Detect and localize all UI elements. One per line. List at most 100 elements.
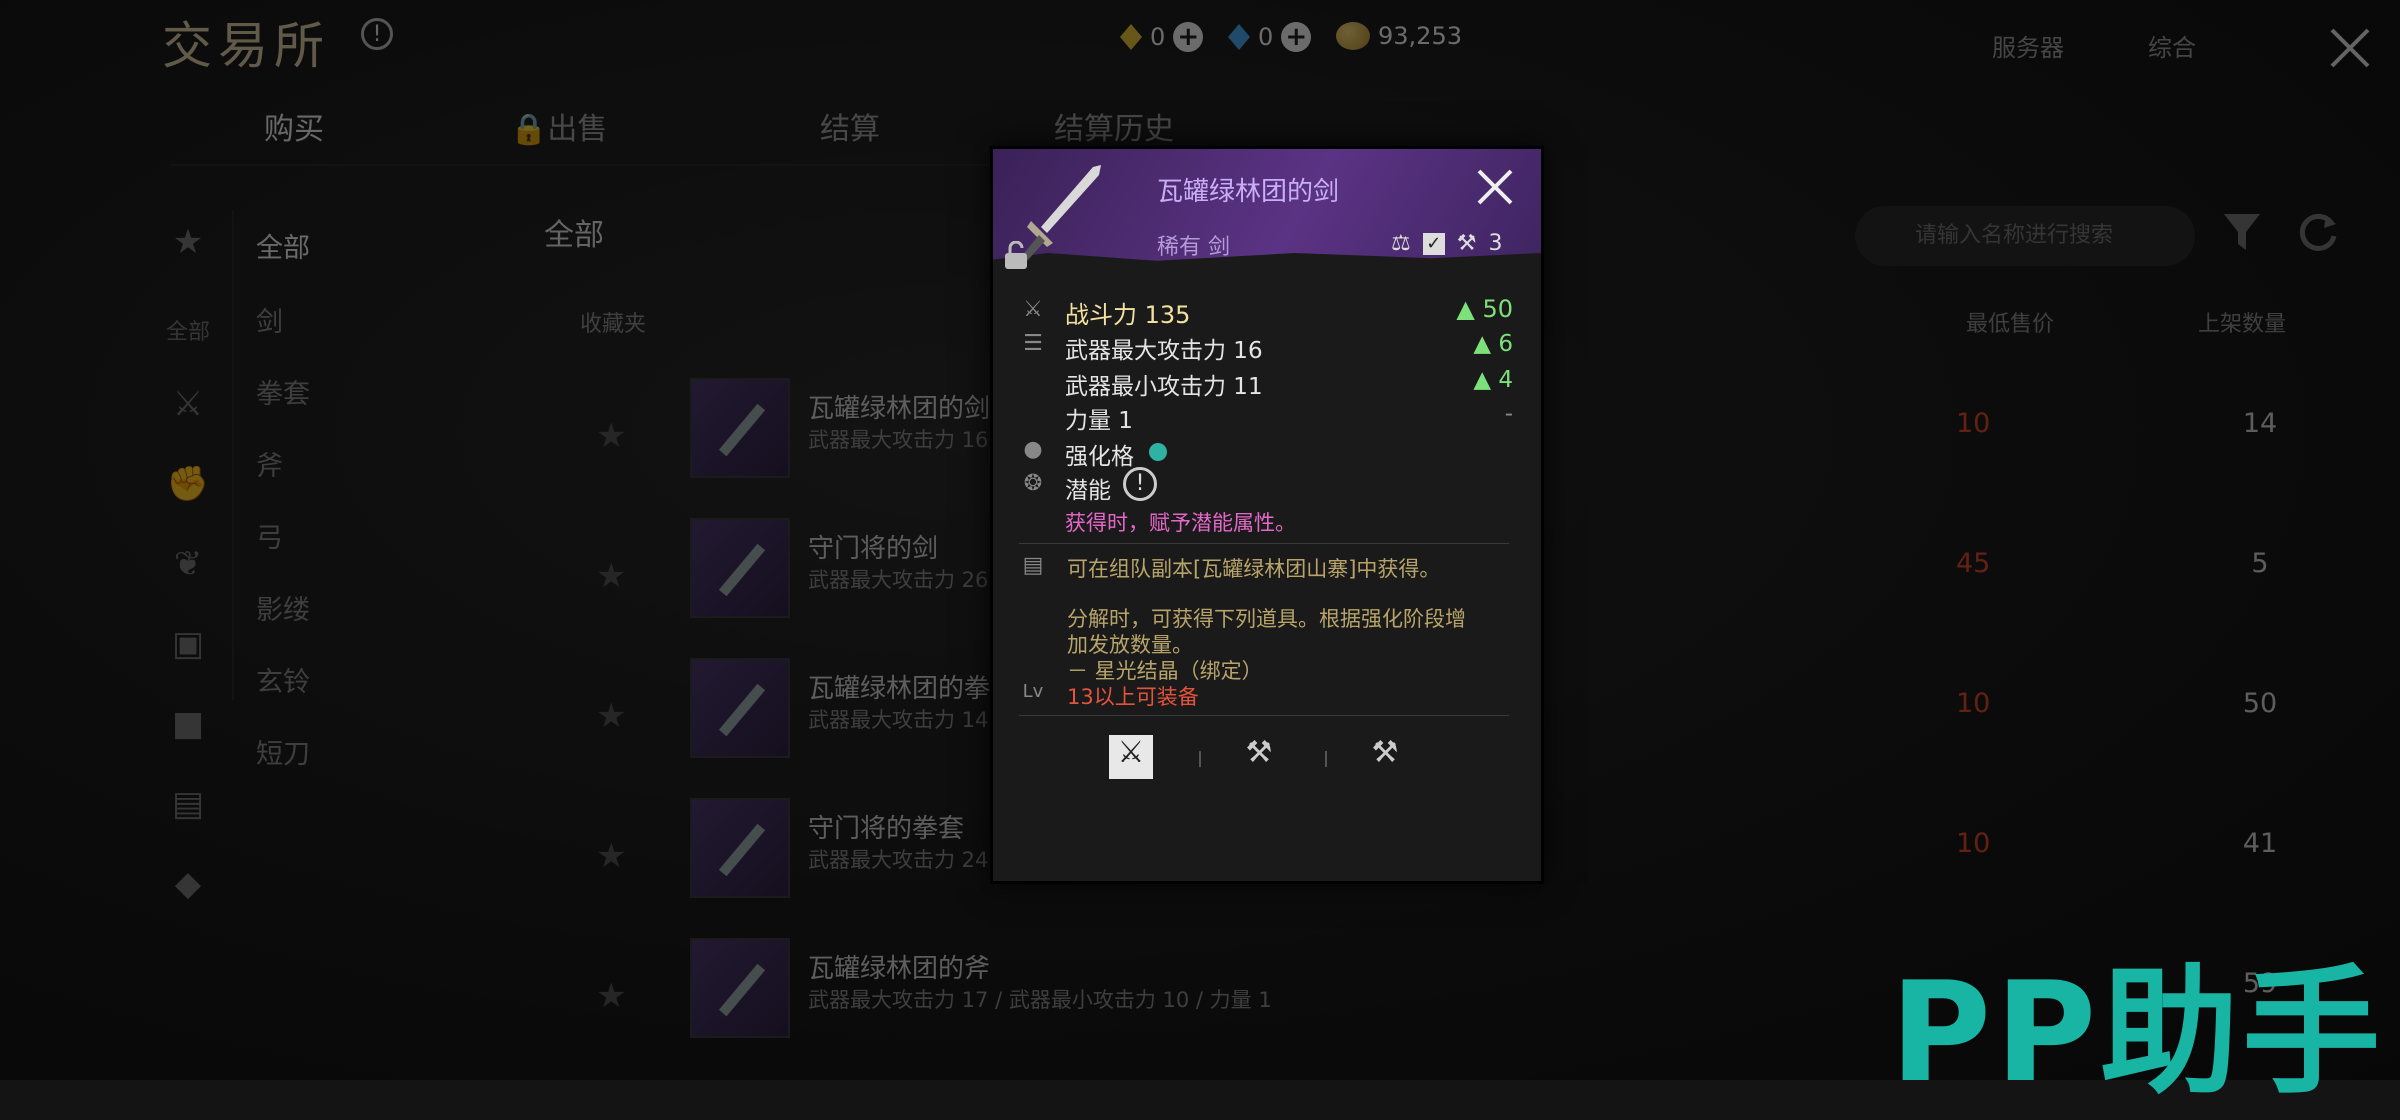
chest-icon[interactable]: ▤ [160,784,216,824]
potential-label: 潜能 [1065,478,1111,504]
category-gauntlet[interactable]: 拳套 [256,372,310,411]
combat-power-icon: ⚔ [1023,297,1043,322]
popup-flags: ⚖ ✓ ⚒ 3 [1391,231,1502,256]
level-icon: Lv [1022,681,1044,702]
item-desc: 武器最大攻击力 16 [808,428,989,452]
column-min-price: 最低售价 [1966,312,2055,337]
currency-gold-value: 93,253 [1378,22,1462,50]
close-icon[interactable] [2326,24,2374,72]
stat-min-attack-gain: ▲ 4 [1473,367,1513,393]
item-price: 10 [1956,408,1991,439]
action-divider [1199,751,1201,767]
item-name: 瓦罐绿林团的拳套 [808,674,1017,704]
item-qty: 50 [2242,688,2278,719]
popup-actions: ⚔ ⚒ ⚒ [993,729,1541,789]
equip-compare-icon[interactable]: ⚔ [1109,735,1153,779]
item-thumbnail [690,938,790,1038]
sidebar-divider [232,210,234,700]
tab-sell[interactable]: 🔒出售 [510,104,607,148]
filter-icon[interactable] [2222,210,2262,254]
item-desc: 武器最大攻击力 14 [808,708,989,732]
book-icon[interactable]: ■ [160,704,216,744]
item-qty: 14 [2242,408,2278,439]
category-shadow[interactable]: 影缕 [256,588,310,627]
info-icon[interactable]: ! [361,18,393,50]
armor-icon[interactable]: ▣ [160,624,216,664]
item-detail-popup: 瓦罐绿林团的剑 稀有 剑 ⚖ ✓ ⚒ 3 ⚔ 战斗力 135 ▲ 50 ☰ 武器… [990,146,1544,884]
favorite-star-icon[interactable]: ★ [596,556,626,596]
category-bow[interactable]: 弓 [256,516,283,555]
item-price: 45 [1956,548,1991,579]
popup-close-icon[interactable] [1475,167,1515,207]
source-doc-icon: ▤ [1022,553,1044,578]
potential-info-icon[interactable]: ! [1123,467,1157,501]
gauntlet-icon[interactable]: ✊ [160,464,216,504]
mask-icon[interactable]: ◆ [160,864,216,904]
refresh-icon[interactable] [2296,210,2340,254]
stats-list-icon: ☰ [1023,331,1043,356]
currency-yellow: 0 + [1120,22,1204,52]
item-thumbnail [690,658,790,758]
feather-icon[interactable]: ❦ [160,544,216,584]
level-requirement: 13以上可装备 [1067,685,1199,709]
sword-icon[interactable]: ⚔ [160,384,216,424]
category-bell[interactable]: 玄铃 [256,660,310,699]
tab-settle[interactable]: 结算 [820,104,880,148]
favorite-star-icon[interactable]: ★ [596,976,626,1016]
search-input[interactable]: 请输入名称进行搜索 [1855,206,2195,266]
anvil-icon: ⚒ [1456,231,1477,256]
enhance-slot-gem [1149,443,1167,461]
item-desc: 武器最大攻击力 17 / 武器最小攻击力 10 / 力量 1 [808,988,1272,1012]
category-all-icon-label[interactable]: 全部 [160,314,216,354]
dismantle-hammer-icon[interactable]: ⚒ [1363,735,1407,779]
item-name: 瓦罐绿林团的斧 [808,954,991,984]
anvil-icon[interactable]: ⚒ [1237,735,1281,779]
item-qty: 41 [2242,828,2278,859]
item-desc: 武器最大攻击力 24 [808,848,989,872]
add-blue-button[interactable]: + [1281,22,1312,52]
popup-separator [1019,543,1509,544]
favorite-star-icon[interactable]: ★ [596,416,626,456]
item-thumbnail [690,378,790,478]
unlock-icon[interactable] [1003,241,1029,271]
category-axe[interactable]: 斧 [256,444,283,483]
item-name: 守门将的剑 [808,534,939,564]
popup-item-name: 瓦罐绿林团的剑 [1157,177,1340,207]
potential-note: 获得时，赋予潜能属性。 [1065,511,1296,535]
stat-strength: 力量 1 [1065,408,1133,434]
currency-blue: 0 + [1228,22,1312,52]
stat-max-attack: 武器最大攻击力 16 [1065,338,1263,364]
stat-min-attack: 武器最小攻击力 11 [1065,374,1263,400]
item-name: 瓦罐绿林团的剑 [808,394,991,424]
tab-settle-history[interactable]: 结算历史 [1054,104,1174,148]
category-all[interactable]: 全部 [256,226,310,265]
column-quantity: 上架数量 [2198,312,2287,337]
source-text: 可在组队副本[瓦罐绿林团山寨]中获得。 [1067,557,1441,581]
overall-button[interactable]: 综合 [2148,28,2196,63]
stat-min-attack-gain-value: 4 [1498,367,1513,393]
favorite-star-icon[interactable]: ★ [596,836,626,876]
stat-max-attack-gain-value: 6 [1498,331,1513,357]
list-heading: 全部 [544,218,604,253]
popup-item-rarity: 稀有 剑 [1157,235,1230,260]
item-price: 10 [1956,688,1991,719]
item-thumbnail [690,798,790,898]
stat-strength-gain: - [1504,401,1513,427]
stat-max-attack-gain: ▲ 6 [1473,331,1513,357]
enhance-slot-icon: ● [1023,437,1043,462]
category-dagger[interactable]: 短刀 [256,732,310,771]
star-icon[interactable]: ★ [160,222,216,262]
add-yellow-button[interactable]: + [1173,22,1204,52]
currency-blue-value: 0 [1258,23,1274,51]
favorite-star-icon[interactable]: ★ [596,696,626,736]
category-sword[interactable]: 剑 [256,300,283,339]
combat-power-gain-value: 50 [1482,295,1513,323]
item-name: 守门将的拳套 [808,814,965,844]
tab-sell-label: 出售 [547,112,608,147]
gold-coin-icon [1336,22,1370,50]
scale-icon: ⚖ [1391,231,1411,256]
tab-buy[interactable]: 购买 [264,104,324,148]
server-button[interactable]: 服务器 [1992,28,2064,63]
potential-icon: ❂ [1023,471,1043,496]
currency-gold: 93,253 [1336,22,1462,50]
